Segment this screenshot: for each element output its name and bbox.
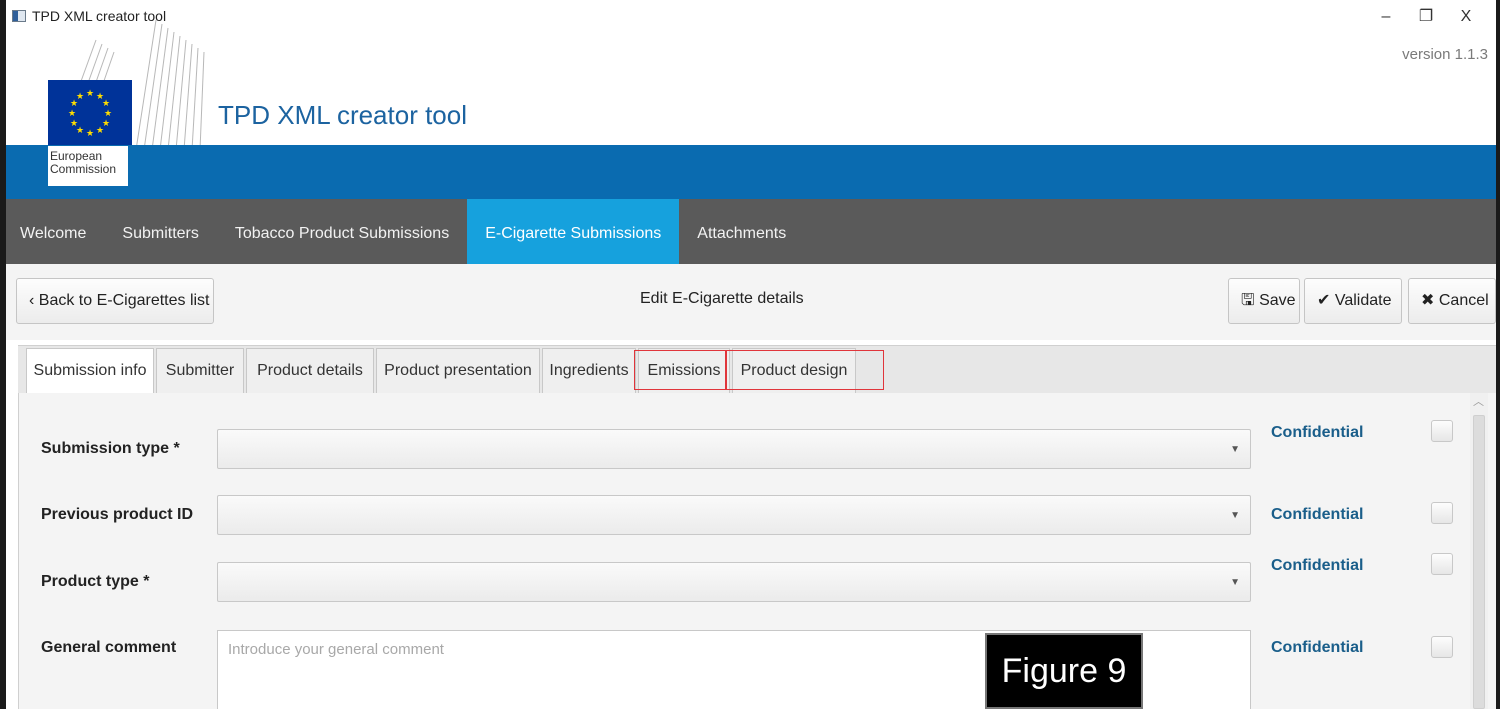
nav-tobacco-product-submissions[interactable]: Tobacco Product Submissions xyxy=(217,199,467,264)
form-scrollbar[interactable]: ︿ xyxy=(1470,393,1488,709)
svg-text:★: ★ xyxy=(70,119,78,129)
header-band xyxy=(6,145,1496,199)
product-type-confidential-checkbox[interactable] xyxy=(1431,553,1453,575)
european-commission-label: European Commission xyxy=(48,146,128,186)
main-nav: Welcome Submitters Tobacco Product Submi… xyxy=(6,199,1496,264)
nav-submitters[interactable]: Submitters xyxy=(104,199,216,264)
general-comment-confidential-label: Confidential xyxy=(1271,639,1364,656)
eu-stars-icon: ★ ★ ★ ★ ★ ★ ★ ★ ★ ★ ★ ★ xyxy=(68,89,112,139)
back-to-list-button[interactable]: ‹ Back to E-Cigarettes list xyxy=(16,278,214,324)
tab-ingredients[interactable]: Ingredients xyxy=(542,348,636,394)
app-window: TPD XML creator tool – ❐ X version 1.1.3 xyxy=(6,0,1496,709)
tab-product-design[interactable]: Product design xyxy=(732,348,856,394)
submission-type-label: Submission type * xyxy=(41,440,180,457)
cancel-button-label: Cancel xyxy=(1438,292,1489,309)
minimize-button[interactable]: – xyxy=(1366,4,1406,30)
eu-flag-icon: ★ ★ ★ ★ ★ ★ ★ ★ ★ ★ ★ ★ xyxy=(48,80,132,146)
previous-product-id-select[interactable]: ▼ xyxy=(217,495,1251,535)
scroll-up-arrow-icon[interactable]: ︿ xyxy=(1473,393,1484,409)
app-title: TPD XML creator tool xyxy=(218,100,468,130)
checkmark-icon: ✔ xyxy=(1317,292,1331,309)
product-type-label: Product type * xyxy=(41,573,150,590)
general-comment-confidential-checkbox[interactable] xyxy=(1431,636,1453,658)
tab-submission-info[interactable]: Submission info xyxy=(26,348,154,396)
cross-icon: ✖ xyxy=(1421,292,1435,309)
version-label: version 1.1.3 xyxy=(1402,46,1488,63)
previous-product-id-confidential-checkbox[interactable] xyxy=(1431,502,1453,524)
nav-welcome[interactable]: Welcome xyxy=(6,199,104,264)
restore-button[interactable]: ❐ xyxy=(1406,4,1446,30)
nav-e-cigarette-submissions[interactable]: E-Cigarette Submissions xyxy=(467,199,680,264)
floppy-disk-icon: 🖫 xyxy=(1241,292,1255,309)
details-tabs: Submission info Submitter Product detail… xyxy=(18,345,1496,396)
save-button-label: Save xyxy=(1259,292,1296,309)
scrollbar-thumb[interactable] xyxy=(1473,415,1485,709)
general-comment-label: General comment xyxy=(41,639,177,656)
svg-text:★: ★ xyxy=(76,92,84,102)
product-type-select[interactable]: ▼ xyxy=(217,562,1251,602)
svg-text:★: ★ xyxy=(68,109,76,119)
nav-attachments[interactable]: Attachments xyxy=(679,199,804,264)
submission-type-select[interactable]: ▼ xyxy=(217,429,1251,469)
org-label-line2: Commission xyxy=(50,162,117,176)
tab-emissions[interactable]: Emissions xyxy=(638,348,730,394)
general-comment-placeholder: Introduce your general comment xyxy=(228,641,444,658)
chevron-down-icon: ▼ xyxy=(1230,510,1240,521)
svg-text:★: ★ xyxy=(104,109,112,119)
window-controls: – ❐ X xyxy=(1366,4,1486,30)
chevron-down-icon: ▼ xyxy=(1230,577,1240,588)
submission-type-confidential-label: Confidential xyxy=(1271,424,1364,441)
figure-label: Figure 9 xyxy=(985,633,1143,709)
app-window-icon xyxy=(12,10,26,22)
page-title: Edit E-Cigarette details xyxy=(640,290,804,307)
submission-type-confidential-checkbox[interactable] xyxy=(1431,420,1453,442)
cancel-button[interactable]: ✖ Cancel xyxy=(1408,278,1496,324)
close-button[interactable]: X xyxy=(1446,4,1486,30)
validate-button[interactable]: ✔ Validate xyxy=(1304,278,1402,324)
submission-info-form: Submission type * ▼ Confidential Previou… xyxy=(18,393,1496,709)
edit-toolbar: ‹ Back to E-Cigarettes list Edit E-Cigar… xyxy=(6,264,1496,340)
chevron-down-icon: ▼ xyxy=(1230,444,1240,455)
tab-product-presentation[interactable]: Product presentation xyxy=(376,348,540,394)
svg-text:★: ★ xyxy=(86,89,94,99)
validate-button-label: Validate xyxy=(1334,292,1392,309)
save-button[interactable]: 🖫 Save xyxy=(1228,278,1300,324)
svg-text:★: ★ xyxy=(96,126,104,136)
product-type-confidential-label: Confidential xyxy=(1271,557,1364,574)
tab-submitter[interactable]: Submitter xyxy=(156,348,244,394)
svg-text:★: ★ xyxy=(102,99,110,109)
previous-product-id-label: Previous product ID xyxy=(41,506,194,523)
tab-product-details[interactable]: Product details xyxy=(246,348,374,394)
svg-text:★: ★ xyxy=(86,129,94,139)
previous-product-id-confidential-label: Confidential xyxy=(1271,506,1364,523)
